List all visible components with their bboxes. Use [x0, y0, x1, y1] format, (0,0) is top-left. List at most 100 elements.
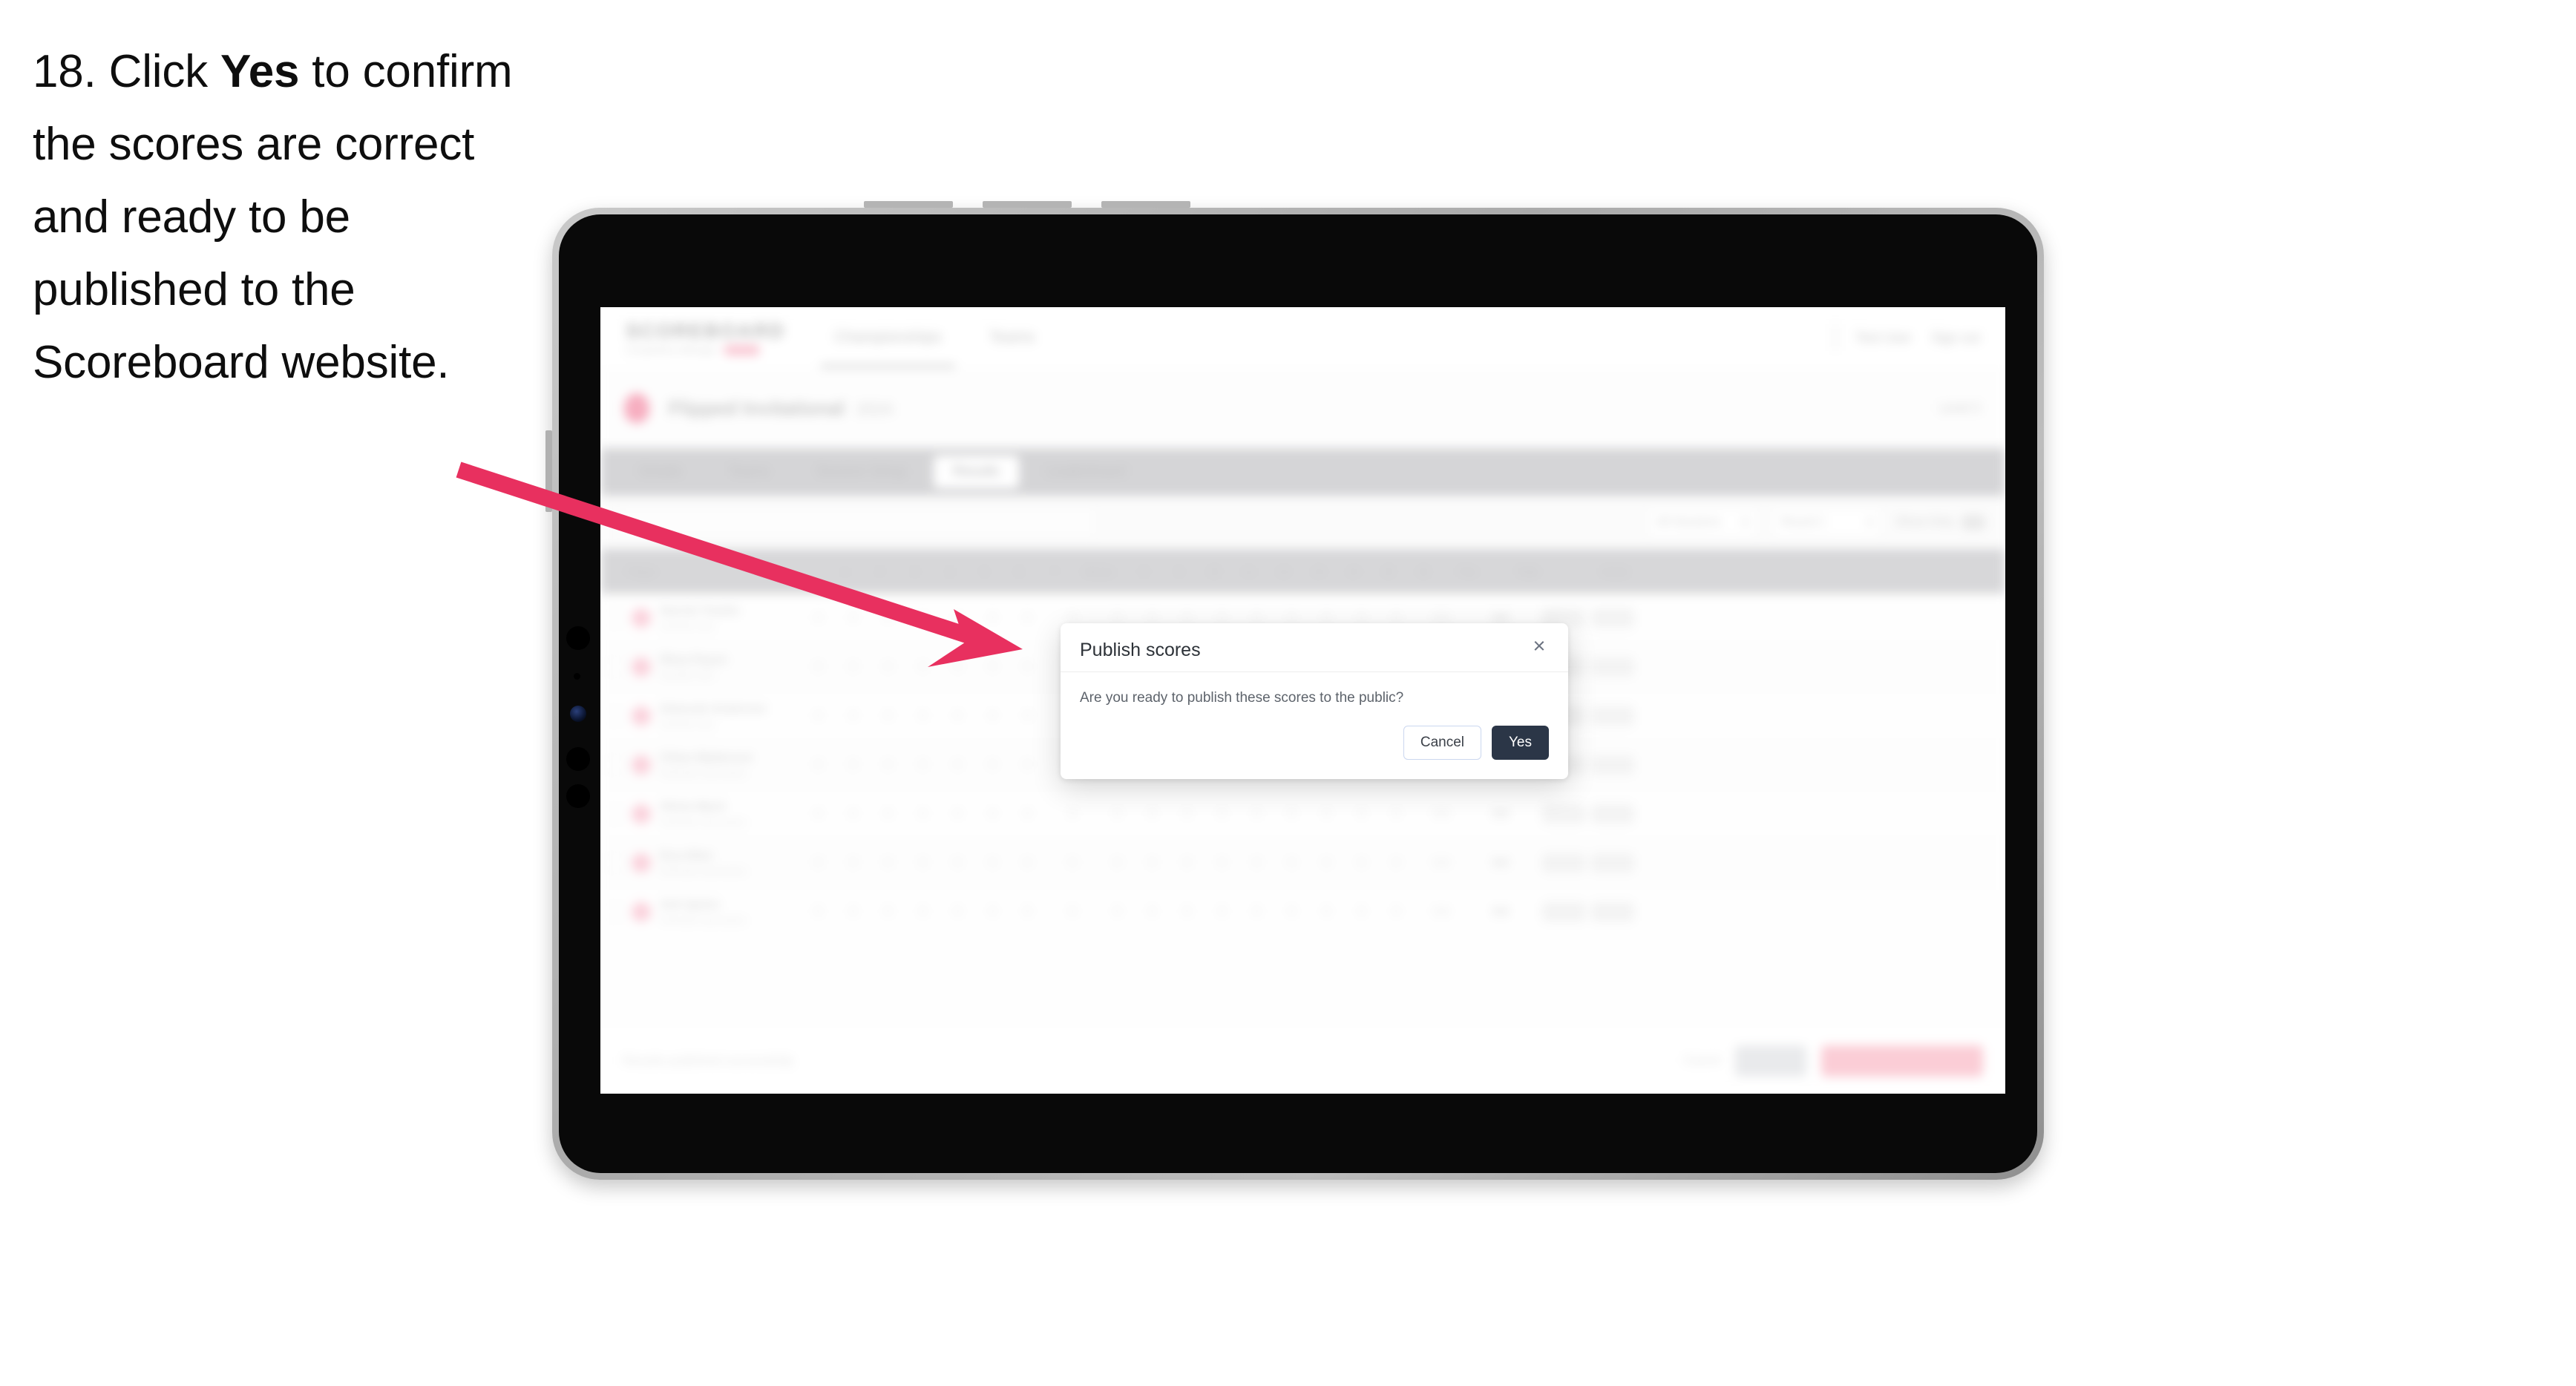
cell-score[interactable]: 0 [1344, 611, 1379, 624]
cell-score[interactable]: 0 [871, 709, 905, 722]
cell-score[interactable]: 0 [1010, 758, 1045, 771]
cell-score[interactable]: 0 [1010, 660, 1045, 673]
cell-score[interactable]: 0 [1135, 856, 1170, 869]
cell-score[interactable]: 0 [940, 709, 975, 722]
action-button[interactable] [1591, 755, 1634, 775]
publish-to-scoreboard-button[interactable] [1821, 1045, 1983, 1077]
cell-score[interactable]: 0 [836, 709, 871, 722]
action-button[interactable] [1591, 901, 1634, 922]
session-select[interactable]: All Sessions ▾ [1646, 508, 1758, 537]
action-button[interactable] [1542, 853, 1585, 873]
cell-score[interactable]: 0 [940, 905, 975, 918]
cell-score[interactable]: 0 [801, 660, 836, 673]
cell-score[interactable]: 0 [940, 807, 975, 820]
cell-score[interactable]: 0 [905, 856, 940, 869]
cell-score[interactable]: 0 [1170, 856, 1205, 869]
cell-score[interactable]: 0 [940, 856, 975, 869]
cell-score[interactable]: 0 [905, 758, 940, 771]
cell-score[interactable]: 0 [1170, 611, 1205, 624]
search-input[interactable] [620, 507, 1096, 538]
cell-score[interactable]: 0 [1274, 856, 1309, 869]
cell-score[interactable]: 0 [1170, 905, 1205, 918]
cancel-button[interactable]: Cancel [1403, 726, 1481, 760]
cell-score[interactable]: 0 [1010, 807, 1045, 820]
user-name-label[interactable]: Test User [1855, 330, 1912, 346]
cell-score[interactable]: 0 [975, 856, 1010, 869]
cell-score[interactable]: 0 [871, 807, 905, 820]
row-checkbox[interactable] [606, 658, 623, 675]
show-only-toggle[interactable]: Show Only [1896, 515, 1986, 530]
cell-score[interactable]: 0 [940, 611, 975, 624]
cell-score[interactable]: 0 [871, 758, 905, 771]
cell-score[interactable]: 0 [1205, 807, 1239, 820]
cell-score[interactable]: 0 [1010, 905, 1045, 918]
nav-item-championships[interactable]: Championships [821, 307, 955, 368]
cell-score[interactable]: 0 [1239, 611, 1274, 624]
device-top-button-1[interactable] [864, 201, 953, 208]
cell-score[interactable]: 0 [801, 758, 836, 771]
cell-score[interactable]: 0 [905, 660, 940, 673]
cell-score[interactable]: 0 [1274, 905, 1309, 918]
cell-penalty[interactable]: 0.0 [1414, 905, 1469, 918]
row-checkbox[interactable] [606, 609, 623, 626]
cell-score[interactable]: 0 [1010, 709, 1045, 722]
cell-score[interactable]: 0 [975, 709, 1010, 722]
cell-score[interactable]: 0 [1100, 611, 1135, 624]
cell-score[interactable]: 0 [1379, 807, 1414, 820]
cell-score[interactable]: 0 [975, 660, 1010, 673]
cell-score[interactable]: 0 [905, 807, 940, 820]
cell-score[interactable]: 0 [1135, 611, 1170, 624]
table-row[interactable]: Eva Allen Northside Gymnastics 0 0 0 0 0 0 0 0 0 0 0… [600, 838, 2005, 887]
action-button[interactable] [1591, 657, 1634, 677]
cell-score[interactable]: 0 [1309, 611, 1344, 624]
cell-score[interactable]: 0 [1100, 905, 1135, 918]
cell-score[interactable]: 0 [1205, 611, 1239, 624]
cell-score[interactable]: 0 [1100, 807, 1135, 820]
cell-score[interactable]: 0 [1170, 807, 1205, 820]
close-icon[interactable]: × [1527, 634, 1552, 659]
cell-score[interactable]: 0 [940, 660, 975, 673]
cell-score[interactable]: 0 [1205, 905, 1239, 918]
cell-score[interactable]: 0 [1100, 856, 1135, 869]
table-row[interactable]: Olivia Ward Northside Gymnastics 0 0 0 0 0 0 0 0 0… [600, 789, 2005, 838]
nav-item-teams[interactable]: Teams [989, 307, 1035, 368]
brand-block[interactable]: SCOREBOARD Competition Manager Beta [626, 320, 785, 355]
cell-score[interactable]: 0 [1309, 856, 1344, 869]
action-button[interactable] [1591, 608, 1634, 628]
footer-cancel-link[interactable]: Cancel [1683, 1054, 1720, 1068]
cell-score[interactable]: 0 [1135, 905, 1170, 918]
cell-score[interactable]: 0 [836, 611, 871, 624]
tab-teams[interactable]: Teams [709, 456, 789, 488]
cell-score[interactable]: 0 [1239, 905, 1274, 918]
cell-score[interactable]: 0 [1379, 856, 1414, 869]
round-select[interactable]: Round 1 ▾ [1771, 508, 1883, 537]
cell-score[interactable]: 0 [1309, 807, 1344, 820]
cell-penalty[interactable]: 0.0 [1414, 611, 1469, 624]
cell-score[interactable]: 0 [1344, 807, 1379, 820]
row-checkbox[interactable] [606, 854, 623, 871]
cell-score[interactable]: 0 [1045, 856, 1100, 869]
action-button[interactable] [1591, 853, 1634, 873]
tab-leaderboard[interactable]: Leaderboard [1026, 456, 1145, 488]
row-checkbox[interactable] [606, 707, 623, 724]
cell-score[interactable]: 0 [1274, 611, 1309, 624]
cell-score[interactable]: 0 [836, 856, 871, 869]
action-button[interactable] [1542, 901, 1585, 922]
cell-score[interactable]: 0 [1045, 807, 1100, 820]
action-button[interactable] [1542, 804, 1585, 824]
cell-score[interactable]: 0 [1045, 905, 1100, 918]
cell-score[interactable]: 0 [1344, 905, 1379, 918]
device-top-button-3[interactable] [1101, 201, 1190, 208]
tab-results[interactable]: Results [933, 456, 1019, 488]
cell-score[interactable]: 0 [1239, 856, 1274, 869]
cell-score[interactable]: 0 [1309, 905, 1344, 918]
action-button[interactable] [1591, 804, 1634, 824]
cell-score[interactable]: 0 [1135, 807, 1170, 820]
cell-score[interactable]: 0 [871, 905, 905, 918]
cell-score[interactable]: 0 [1045, 611, 1100, 624]
device-side-button-volume[interactable] [545, 430, 552, 512]
sign-out-link[interactable]: Sign out [1931, 330, 1980, 346]
yes-button[interactable]: Yes [1492, 726, 1549, 760]
cell-score[interactable]: 0 [801, 709, 836, 722]
cell-score[interactable]: 0 [836, 905, 871, 918]
